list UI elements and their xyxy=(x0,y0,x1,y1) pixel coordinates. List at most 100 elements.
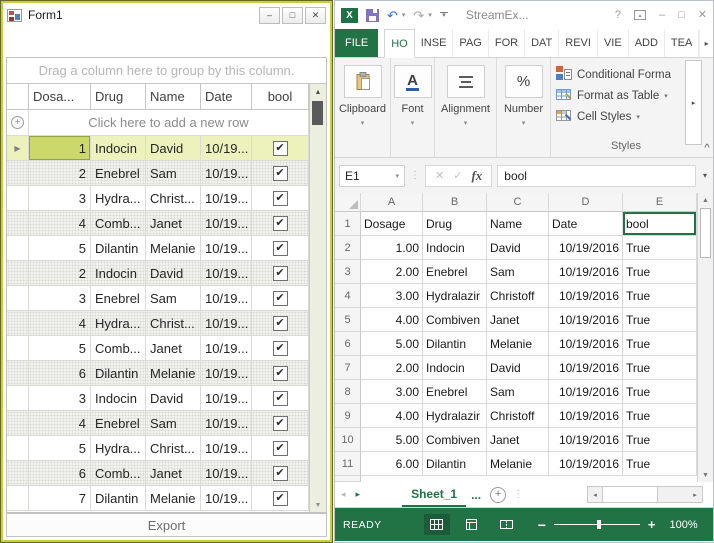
cell-bool[interactable]: ✔ xyxy=(252,186,309,211)
tab-insert[interactable]: INSE xyxy=(415,29,454,57)
cell-name[interactable]: David xyxy=(146,261,201,286)
row-header-12[interactable] xyxy=(335,476,361,482)
help-icon[interactable]: ? xyxy=(615,9,621,21)
form-titlebar[interactable]: Form1 – □ ✕ xyxy=(3,3,330,27)
cell-B7[interactable]: Indocin xyxy=(423,356,487,380)
checkbox-checked-icon[interactable]: ✔ xyxy=(272,490,288,506)
cell-bool[interactable]: ✔ xyxy=(252,261,309,286)
cell-A6[interactable]: 5.00 xyxy=(361,332,423,356)
cell-drug[interactable]: Hydra... xyxy=(91,311,146,336)
cell-drug[interactable]: Hydra... xyxy=(91,436,146,461)
worksheet-vertical-scrollbar[interactable]: ▲ ▼ xyxy=(697,193,713,482)
cell-name[interactable]: Christ... xyxy=(146,186,201,211)
row-header-2[interactable]: 2 xyxy=(335,236,361,260)
row-header-3[interactable]: 3 xyxy=(335,260,361,284)
cell-date[interactable]: 10/19... xyxy=(201,211,252,236)
cell-E5[interactable]: True xyxy=(623,308,697,332)
clipboard-group-button[interactable]: Clipboard ▾ xyxy=(335,58,391,157)
column-header-bool[interactable]: bool xyxy=(252,84,309,110)
cell-name[interactable]: Melanie xyxy=(146,361,201,386)
row-header-1[interactable]: 1 xyxy=(335,212,361,236)
column-header-D[interactable]: D xyxy=(549,193,623,212)
tab-review[interactable]: REVI xyxy=(559,29,598,57)
cell-dosage[interactable]: 3 xyxy=(29,286,91,311)
scrollbar-thumb[interactable] xyxy=(312,101,323,125)
cell-C1[interactable]: Name xyxy=(487,212,549,236)
cell-date[interactable]: 10/19... xyxy=(201,286,252,311)
cell-drug[interactable]: Comb... xyxy=(91,336,146,361)
cell-date[interactable]: 10/19... xyxy=(201,386,252,411)
cell-C8[interactable]: Sam xyxy=(487,380,549,404)
cell-drug[interactable]: Enebrel xyxy=(91,411,146,436)
row-header-5[interactable]: 5 xyxy=(335,308,361,332)
checkbox-checked-icon[interactable]: ✔ xyxy=(272,315,288,331)
cell-D7[interactable]: 10/19/2016 xyxy=(549,356,623,380)
add-new-row[interactable]: + Click here to add a new row xyxy=(7,110,309,136)
cell-D8[interactable]: 10/19/2016 xyxy=(549,380,623,404)
tab-file[interactable]: FILE xyxy=(335,29,379,57)
tab-view[interactable]: VIE xyxy=(598,29,629,57)
cell-date[interactable]: 10/19... xyxy=(201,186,252,211)
cell-A7[interactable]: 2.00 xyxy=(361,356,423,380)
column-header-dosage[interactable]: Dosa... xyxy=(29,84,91,110)
cell-B2[interactable]: Indocin xyxy=(423,236,487,260)
select-all-corner[interactable] xyxy=(335,193,361,212)
cell-C3[interactable]: Sam xyxy=(487,260,549,284)
sheet-nav-left-icon[interactable]: ◂ xyxy=(341,489,346,500)
cell-bool[interactable]: ✔ xyxy=(252,161,309,186)
cancel-icon[interactable]: ✕ xyxy=(435,169,444,182)
cell-E2[interactable]: True xyxy=(623,236,697,260)
sheet-tabs-overflow[interactable]: ... xyxy=(471,488,481,502)
cell-date[interactable]: 10/19... xyxy=(201,236,252,261)
cell-name[interactable]: Christ... xyxy=(146,311,201,336)
cell-A2[interactable]: 1.00 xyxy=(361,236,423,260)
scroll-up-icon[interactable]: ▲ xyxy=(310,84,326,100)
cell-A10[interactable]: 5.00 xyxy=(361,428,423,452)
name-box[interactable]: E1 ▾ xyxy=(339,164,405,187)
cell-A4[interactable]: 3.00 xyxy=(361,284,423,308)
scrollbar-thumb[interactable] xyxy=(700,208,711,258)
cell-C11[interactable]: Melanie xyxy=(487,452,549,476)
maximize-icon[interactable]: □ xyxy=(282,6,303,24)
cell-dosage[interactable]: 6 xyxy=(29,361,91,386)
cell-date[interactable]: 10/19... xyxy=(201,486,252,511)
cell-D6[interactable]: 10/19/2016 xyxy=(549,332,623,356)
column-header-E[interactable]: E xyxy=(623,193,697,212)
number-group-button[interactable]: % Number ▾ xyxy=(497,58,551,157)
cell-drug[interactable]: Hydra... xyxy=(91,186,146,211)
cell-bool[interactable]: ✔ xyxy=(252,286,309,311)
zoom-in-icon[interactable]: + xyxy=(648,517,656,532)
cell-B3[interactable]: Enebrel xyxy=(423,260,487,284)
cell-drug[interactable]: Dilantin xyxy=(91,361,146,386)
cell-date[interactable]: 10/19... xyxy=(201,411,252,436)
cell-dosage[interactable]: 3 xyxy=(29,386,91,411)
cell-dosage[interactable]: 5 xyxy=(29,436,91,461)
cell-bool[interactable]: ✔ xyxy=(252,236,309,261)
row-header-7[interactable]: 7 xyxy=(335,356,361,380)
ribbon-scroll-right-button[interactable]: ▸ xyxy=(685,60,702,145)
tab-home[interactable]: HO xyxy=(384,29,415,58)
scroll-right-icon[interactable]: ▸ xyxy=(688,487,702,502)
scrollbar-thumb[interactable] xyxy=(602,487,658,502)
table-row[interactable]: 7 Dilantin Melanie 10/19... ✔ xyxy=(7,486,309,511)
cell-C5[interactable]: Janet xyxy=(487,308,549,332)
cell-A5[interactable]: 4.00 xyxy=(361,308,423,332)
table-row[interactable]: 4 Enebrel Sam 10/19... ✔ xyxy=(7,411,309,436)
cell-drug[interactable]: Dilantin xyxy=(91,236,146,261)
cell-date[interactable]: 10/19... xyxy=(201,261,252,286)
checkbox-checked-icon[interactable]: ✔ xyxy=(272,365,288,381)
tab-formulas[interactable]: FOR xyxy=(489,29,526,57)
cell-name[interactable]: Sam xyxy=(146,161,201,186)
cell-drug[interactable]: Enebrel xyxy=(91,286,146,311)
cell-E4[interactable]: True xyxy=(623,284,697,308)
font-group-button[interactable]: A Font ▾ xyxy=(391,58,435,157)
cell-date[interactable]: 10/19... xyxy=(201,436,252,461)
cell-E9[interactable]: True xyxy=(623,404,697,428)
redo-dropdown-icon[interactable]: ▾ xyxy=(428,11,432,19)
cell-D9[interactable]: 10/19/2016 xyxy=(549,404,623,428)
undo-dropdown-icon[interactable]: ▾ xyxy=(402,11,406,19)
cell-bool[interactable]: ✔ xyxy=(252,461,309,486)
zoom-slider[interactable] xyxy=(553,519,640,530)
zoom-out-icon[interactable]: − xyxy=(538,517,546,533)
close-icon[interactable]: ✕ xyxy=(698,9,707,21)
